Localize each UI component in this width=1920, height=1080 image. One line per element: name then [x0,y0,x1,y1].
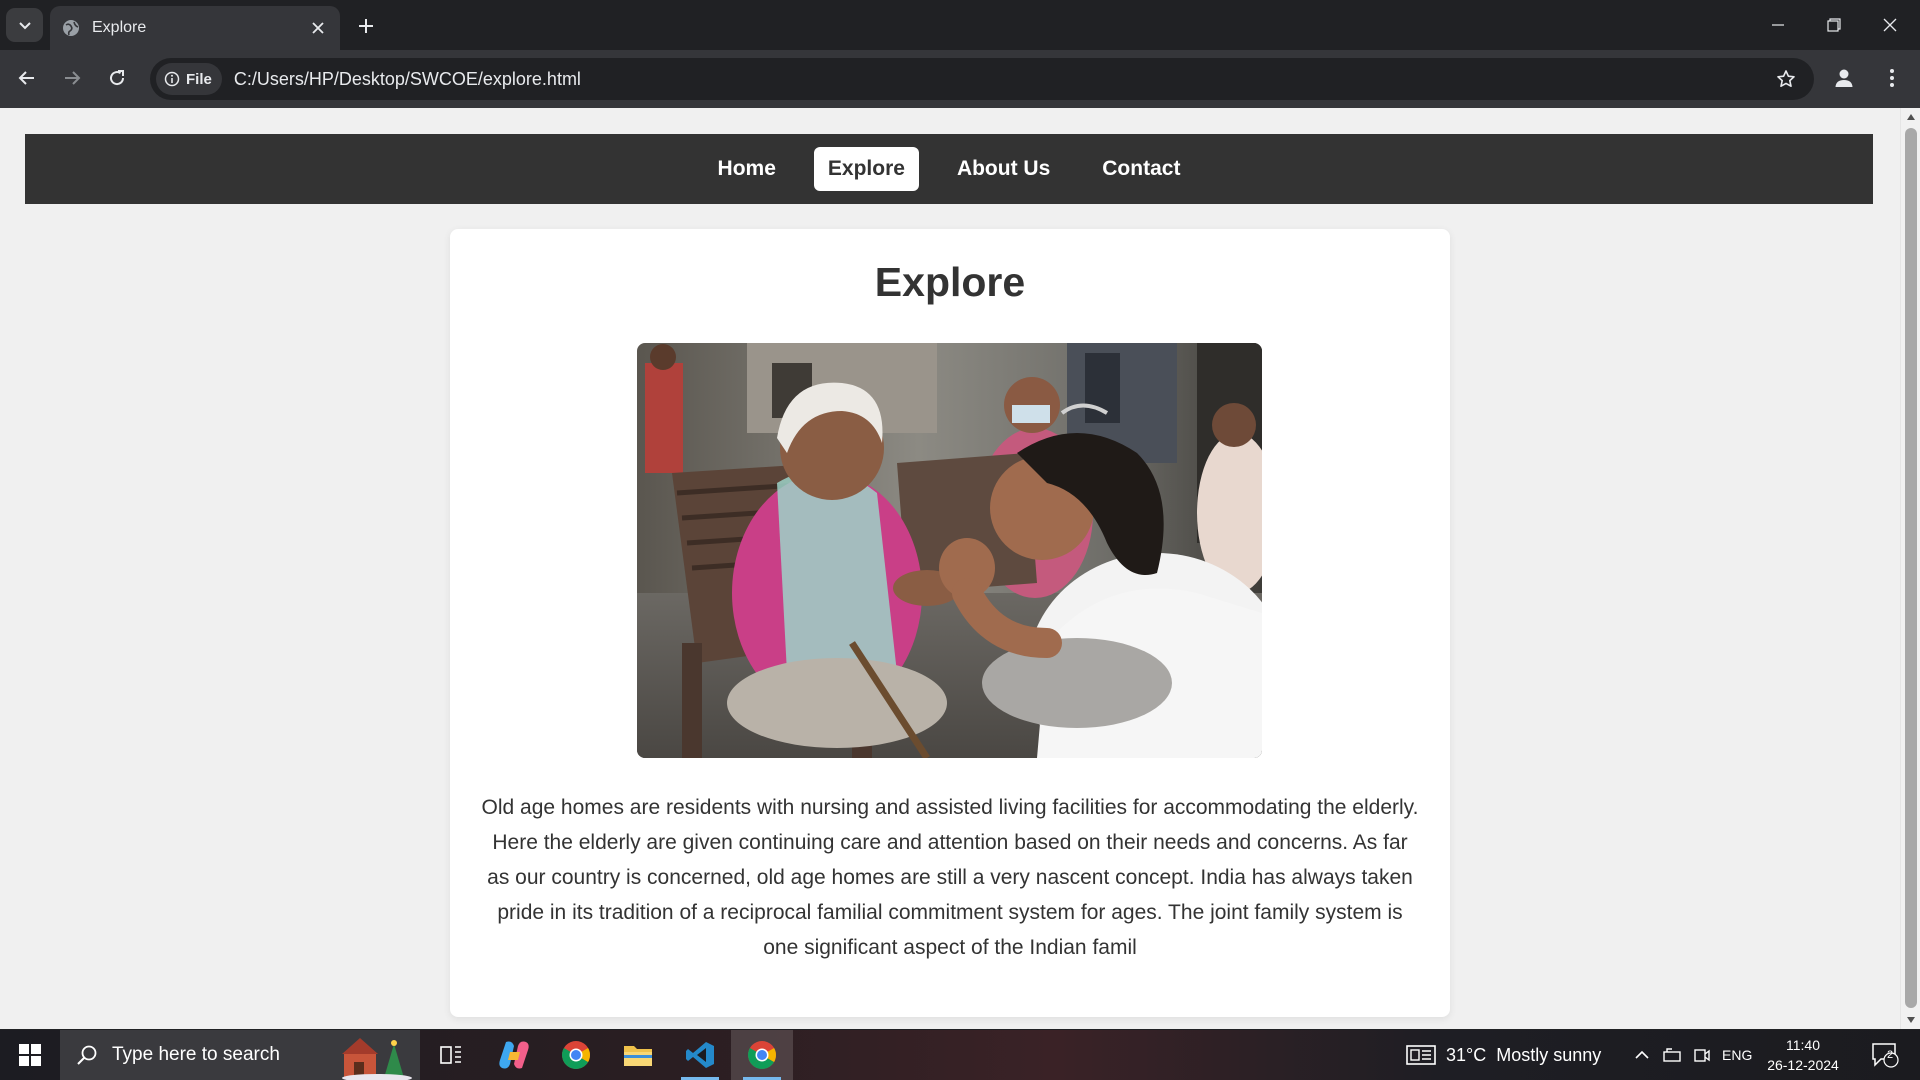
close-icon [312,22,324,34]
tab-close-button[interactable] [306,16,330,40]
notification-icon [1872,1043,1899,1068]
taskbar-copilot[interactable] [483,1030,545,1080]
page-viewport: Home Explore About Us Contact Explore Ol… [0,108,1900,1029]
browser-toolbar: File C:/Users/HP/Desktop/SWCOE/explore.h… [0,50,1920,108]
new-tab-button[interactable] [352,12,380,40]
profile-button[interactable] [1826,60,1862,96]
input-language[interactable]: ENG [1722,1030,1752,1080]
site-chip-label: File [186,70,212,88]
content-card: Explore Old age homes are residents with… [450,229,1450,1017]
forward-button[interactable] [54,60,90,96]
network-tray-button[interactable] [1660,1030,1684,1080]
nav-link-home[interactable]: Home [704,147,790,191]
folder-icon [624,1046,652,1066]
show-hidden-icons-button[interactable] [1630,1030,1654,1080]
taskbar-file-explorer[interactable] [607,1030,669,1080]
close-icon [1883,18,1897,32]
windows-logo-icon [19,1044,41,1066]
page-title: Explore [874,259,1026,305]
restore-icon [1827,18,1841,32]
close-window-button[interactable] [1862,0,1918,50]
reload-button[interactable] [99,60,135,96]
taskbar-vscode[interactable] [669,1030,731,1080]
chrome-icon [562,1041,590,1069]
address-bar[interactable]: File C:/Users/HP/Desktop/SWCOE/explore.h… [150,58,1814,100]
site-navbar: Home Explore About Us Contact [25,134,1873,204]
scroll-thumb[interactable] [1905,128,1917,1008]
weather-widget[interactable]: 31°C Mostly sunny [1406,1030,1601,1080]
scroll-down-arrow[interactable] [1901,1011,1920,1029]
back-button[interactable] [9,60,45,96]
meet-now-tray-button[interactable] [1690,1030,1714,1080]
triangle-up-icon [1907,114,1915,120]
minimize-icon [1772,24,1784,26]
search-placeholder: Type here to search [112,1044,280,1065]
network-icon [1663,1048,1681,1062]
photo-illustration [637,343,1262,758]
weather-display-icon [1406,1045,1436,1065]
browser-menu-button[interactable] [1874,60,1910,96]
minimize-button[interactable] [1750,0,1806,50]
taskbar-search[interactable]: Type here to search [60,1030,420,1080]
reload-icon [110,70,125,86]
browser-tab-strip: Explore [0,0,1920,50]
url-text[interactable]: C:/Users/HP/Desktop/SWCOE/explore.html [234,69,1768,90]
arrow-left-icon [18,71,34,85]
task-view-button[interactable] [420,1030,482,1080]
nav-link-about-us[interactable]: About Us [943,147,1064,191]
task-view-icon [440,1046,461,1064]
weather-condition: Mostly sunny [1496,1044,1602,1065]
chevron-down-icon [18,22,31,30]
search-highlight-image [334,1030,420,1080]
tab-search-button[interactable] [6,8,43,42]
globe-icon [62,19,80,37]
arrow-right-icon [65,71,81,85]
plus-icon [359,19,373,33]
camera-icon [1694,1049,1710,1062]
scroll-up-arrow[interactable] [1901,108,1920,126]
copilot-icon [499,1041,529,1069]
search-icon [77,1045,97,1065]
windows-taskbar: Type here to search 31°C Mostly sunny EN… [0,1030,1920,1080]
explore-description: Old age homes are residents with nursing… [481,796,1419,959]
restore-button[interactable] [1806,0,1862,50]
clock-time: 11:40 [1786,1037,1820,1053]
chrome-icon [748,1041,776,1069]
notification-count: 2 [1887,1049,1894,1061]
taskbar-chrome[interactable] [545,1030,607,1080]
start-button[interactable] [0,1030,60,1080]
clock-date: 26-12-2024 [1767,1057,1839,1073]
tab-title: Explore [92,19,147,36]
system-clock[interactable]: 11:40 26-12-2024 [1760,1035,1846,1075]
nav-link-explore[interactable]: Explore [813,147,919,191]
page-scrollbar[interactable] [1900,108,1920,1029]
triangle-down-icon [1907,1017,1915,1023]
nav-link-contact[interactable]: Contact [1088,147,1194,191]
person-icon [1835,69,1853,87]
weather-temp: 31°C [1446,1044,1487,1065]
more-vertical-icon [1890,69,1894,87]
site-info-chip[interactable]: File [156,63,222,95]
vscode-icon [686,1042,714,1068]
notification-center-button[interactable]: 2 [1860,1030,1910,1080]
explore-photo [637,343,1262,758]
browser-tab-explore[interactable]: Explore [50,6,340,50]
star-icon [1777,70,1795,87]
chevron-up-icon [1635,1050,1649,1059]
taskbar-chrome-active[interactable] [731,1030,793,1080]
info-icon [164,71,180,87]
bookmark-button[interactable] [1768,61,1804,97]
